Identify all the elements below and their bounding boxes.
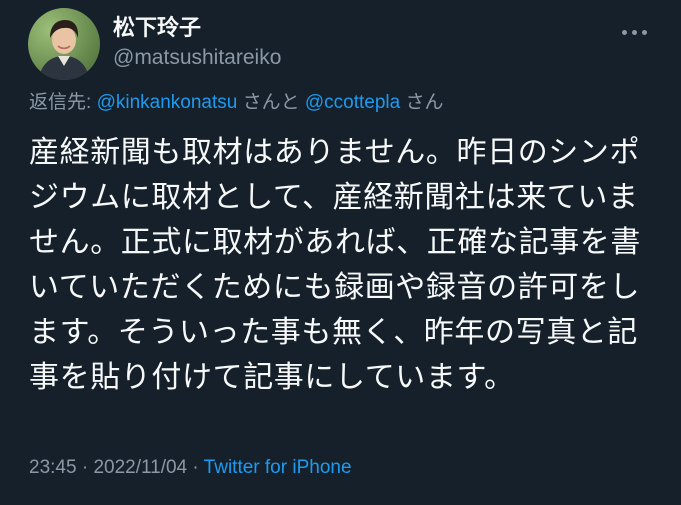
- profile-photo-icon: [28, 8, 100, 80]
- tweet-card: 松下玲子 @matsushitareiko 返信先: @kinkankonats…: [0, 0, 681, 505]
- meta-separator: ·: [187, 457, 204, 478]
- tweet-text-line: 事を貼り付けて記事にしています。: [29, 361, 515, 394]
- tweet-text-line: せん。正式に取材があれば、正確な記事を書: [29, 226, 641, 259]
- reply-prefix: 返信先:: [29, 92, 97, 113]
- more-horizontal-icon-dot: [641, 29, 647, 35]
- more-horizontal-icon-dot: [631, 29, 637, 35]
- more-options-button[interactable]: [612, 22, 656, 42]
- tweet-text: 産経新聞も取材はありません。昨日のシンポ ジウムに取材として、産経新聞社は来てい…: [29, 130, 659, 400]
- tweet-text-line: いていただくためにも録画や録音の許可をし: [29, 271, 641, 304]
- avatar[interactable]: [28, 8, 100, 80]
- tweet-time: 23:45: [29, 457, 77, 478]
- tweet-metadata: 23:45 · 2022/11/04 · Twitter for iPhone: [29, 455, 352, 481]
- tweet-text-line: 産経新聞も取材はありません。昨日のシンポ: [29, 136, 641, 169]
- mention-link[interactable]: @kinkankonatsu: [97, 92, 238, 113]
- meta-separator: ·: [76, 457, 94, 478]
- more-horizontal-icon: [621, 29, 627, 35]
- reply-suffix: さん: [400, 92, 444, 113]
- mention-link[interactable]: @ccottepla: [305, 92, 400, 113]
- tweet-text-line: ます。そういった事も無く、昨年の写真と記: [29, 316, 638, 349]
- reply-to-line: 返信先: @kinkankonatsu さんと @ccottepla さん: [29, 90, 444, 116]
- reply-connector: さんと: [237, 92, 305, 113]
- user-handle[interactable]: @matsushitareiko: [113, 44, 281, 72]
- tweet-date: 2022/11/04: [93, 457, 188, 478]
- tweet-text-line: ジウムに取材として、産経新聞社は来ていま: [29, 181, 639, 214]
- display-name[interactable]: 松下玲子: [113, 14, 201, 42]
- tweet-source-link[interactable]: Twitter for iPhone: [204, 457, 352, 478]
